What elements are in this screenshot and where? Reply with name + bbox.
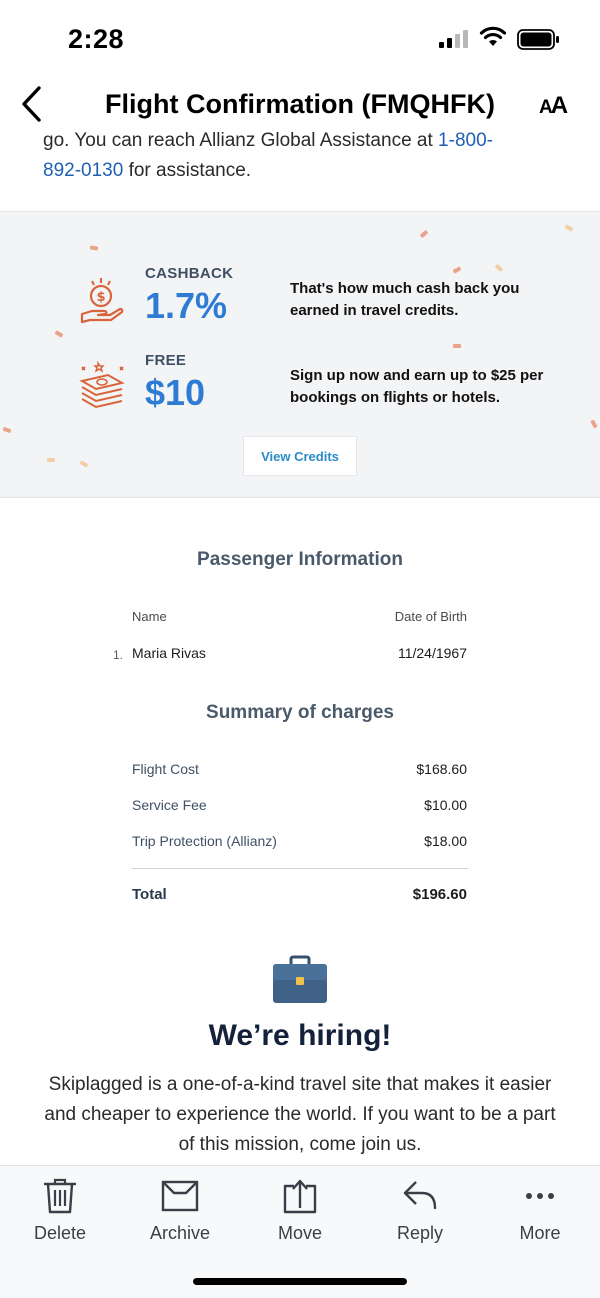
reply-label: Reply: [396, 1223, 444, 1243]
confetti: [2, 426, 12, 434]
confetti: [494, 263, 504, 273]
col-header-name: Name: [132, 609, 167, 624]
archive-button[interactable]: Archive: [120, 1178, 240, 1244]
confetti: [47, 458, 55, 462]
trash-icon: [43, 1178, 77, 1214]
phone-link-part-2[interactable]: 892-0130: [43, 160, 123, 181]
free-value: $10: [145, 372, 206, 413]
hiring-title: We’re hiring!: [208, 1019, 392, 1052]
status-time: 2:28: [68, 24, 125, 54]
free-description: Sign up now and earn up to $25 per booki…: [290, 367, 544, 406]
money-stack-icon: [79, 361, 125, 409]
confetti: [452, 266, 462, 274]
archive-label: Archive: [149, 1223, 211, 1243]
total-label: Total: [132, 886, 167, 903]
passenger-name: Maria Rivas: [132, 645, 206, 661]
hiring-description: Skiplagged is a one-of-a-kind travel sit…: [44, 1074, 556, 1155]
confetti: [89, 245, 99, 251]
total-value: $196.60: [412, 886, 467, 903]
charges-divider: [132, 868, 468, 869]
assistance-text: go. You can reach Allianz Global Assista…: [43, 130, 439, 151]
passenger-info-title: Passenger Information: [197, 549, 403, 570]
briefcase-icon: [273, 955, 327, 1003]
cashback-label: CASHBACK: [145, 265, 234, 282]
wifi-icon: [479, 26, 507, 46]
charge-value: $18.00: [424, 833, 467, 849]
passenger-number: 1.: [113, 648, 124, 662]
archive-icon: [161, 1180, 199, 1212]
delete-label: Delete: [33, 1223, 87, 1243]
delete-button[interactable]: Delete: [0, 1178, 120, 1244]
more-button[interactable]: More: [480, 1178, 600, 1244]
cashback-description: That's how much cash back you earned in …: [290, 280, 520, 319]
move-label: Move: [277, 1223, 322, 1243]
passenger-dob: 11/24/1967: [397, 645, 467, 661]
charges-title: Summary of charges: [206, 702, 394, 723]
nav-header: Flight Confirmation (FMQHFK) AA: [0, 70, 600, 134]
col-header-dob: Date of Birth: [394, 609, 467, 624]
home-indicator[interactable]: [193, 1278, 407, 1285]
svg-text:$: $: [96, 290, 105, 305]
confetti: [54, 330, 64, 338]
move-button[interactable]: Move: [240, 1178, 360, 1244]
view-credits-button[interactable]: View Credits: [243, 436, 357, 476]
confetti: [453, 344, 461, 348]
cashback-value: 1.7%: [145, 285, 228, 326]
text-size-button[interactable]: AA: [539, 92, 568, 120]
charge-label: Service Fee: [132, 797, 207, 813]
confetti: [590, 419, 598, 429]
phone-link-part-1[interactable]: 1-800-: [438, 130, 493, 151]
confetti: [419, 229, 429, 239]
credits-panel: $ CASHBACK 1.7% That's how much cash bac…: [0, 211, 600, 498]
charge-value: $10.00: [424, 797, 467, 813]
cashback-hand-coin-icon: $: [80, 278, 124, 324]
page-title: Flight Confirmation (FMQHFK): [105, 89, 495, 119]
charge-label: Trip Protection (Allianz): [132, 833, 277, 849]
free-label: FREE: [145, 352, 187, 369]
charge-value: $168.60: [416, 761, 467, 777]
reply-button[interactable]: Reply: [360, 1178, 480, 1244]
more-label: More: [519, 1223, 561, 1243]
text-size-large-label: A: [550, 92, 569, 119]
status-bar: 2:28: [0, 0, 600, 70]
move-icon: [283, 1179, 317, 1214]
cellular-signal-icon: [439, 30, 469, 48]
more-icon: [526, 1193, 554, 1199]
assistance-paragraph: go. You can reach Allianz Global Assista…: [43, 126, 563, 186]
battery-icon: [517, 29, 559, 50]
assistance-text-end: for assistance.: [123, 160, 252, 181]
reply-icon: [403, 1181, 437, 1210]
charge-label: Flight Cost: [132, 761, 199, 777]
confetti: [79, 460, 89, 468]
confetti: [564, 224, 574, 232]
